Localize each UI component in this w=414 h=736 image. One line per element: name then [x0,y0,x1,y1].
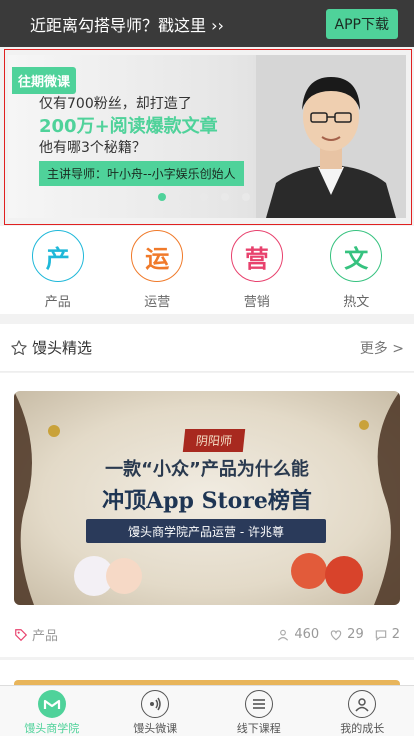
section-title: 馒头精选 [32,339,93,357]
cover-line-2: 冲顶App Store榜首 [102,488,312,514]
article-icon[interactable]: 文 [330,230,383,282]
promo-text[interactable]: 近距离勾搭导师？戳这里 ›› [30,12,326,36]
cover-tag: 阴阳师 [182,429,246,452]
course-meta: 产品 460 29 2 [14,625,400,644]
views-count: 460 [294,627,320,642]
banner-line-3: 他有哪3个秘籍？ [39,140,146,156]
tab-label[interactable]: 我的成长 [340,720,384,736]
category-label[interactable]: 热文 [343,291,369,310]
audio-icon [141,690,170,718]
category-hot-articles[interactable]: 文 热文 [316,230,396,314]
category-label[interactable]: 产品 [45,291,71,310]
likes-count: 29 [347,627,364,642]
comments-count: 2 [391,627,400,642]
profile-icon [348,690,377,718]
category-operation[interactable]: 运 运营 [117,230,197,314]
category-label[interactable]: 运营 [144,291,170,310]
likes-stat[interactable]: 29 [329,627,364,642]
more-link[interactable]: 更多 > [360,338,404,358]
views-stat: 460 [276,627,319,642]
course-card[interactable]: 阴阳师 一款“小众”产品为什么能 冲顶App Store榜首 馒头商学院产品运营… [0,373,414,657]
bottom-tab-bar: 馒头商学院 馒头微课 线下课程 我的成长 [0,685,414,736]
banner-mentor: 主讲导师：叶小舟--小字娱乐创始人 [39,161,244,186]
category-marketing[interactable]: 营 营销 [217,230,297,314]
carousel-dots[interactable] [158,193,250,201]
tab-label[interactable]: 馒头商学院 [24,720,79,736]
cover-subtitle: 馒头商学院产品运营 - 许兆尊 [86,519,326,543]
operation-icon[interactable]: 运 [131,230,184,282]
promo-bar[interactable]: 近距离勾搭导师？戳这里 ›› APP下载 [0,0,414,47]
tab-home[interactable]: 馒头商学院 [0,686,104,736]
carousel-dot[interactable] [221,193,229,201]
app-download-button[interactable]: APP下载 [325,8,398,39]
tab-label[interactable]: 线下课程 [237,720,281,736]
banner-line-2: 200万+阅读爆款文章 [39,116,218,137]
tab-my-growth[interactable]: 我的成长 [311,686,414,736]
home-icon [37,690,66,718]
tab-label[interactable]: 馒头微课 [133,720,177,736]
product-icon[interactable]: 产 [31,230,84,282]
category-row: 产 产品 运 运营 营 营销 文 热文 [0,226,414,314]
banner-line-1: 仅有700粉丝，却打造了 [39,96,192,112]
carousel-dot[interactable] [200,193,208,201]
comments-stat[interactable]: 2 [374,627,400,642]
category-product[interactable]: 产 产品 [18,230,98,314]
course-category[interactable]: 产品 [14,625,266,644]
tab-offline-course[interactable]: 线下课程 [207,686,311,736]
like-icon [330,629,342,640]
tag-icon [15,628,28,641]
menu-icon [244,690,273,718]
mentor-portrait [256,55,406,218]
course-category-label[interactable]: 产品 [32,625,58,644]
star-icon [11,339,27,355]
section-header: 馒头精选 更多 > [0,324,414,372]
user-icon [278,629,289,641]
tab-micro-course[interactable]: 馒头微课 [104,686,208,736]
banner-carousel[interactable]: 往期微课 仅有700粉丝，却打造了 200万+阅读爆款文章 他有哪3个秘籍？ 主… [8,55,406,218]
app-page: 近距离勾搭导师？戳这里 ›› APP下载 往期微课 仅有700粉丝，却打造了 2… [0,0,414,736]
carousel-dot[interactable] [158,193,166,201]
marketing-icon[interactable]: 营 [230,230,283,282]
comment-icon [375,629,386,641]
carousel-dot[interactable] [242,193,250,201]
cover-line-1: 一款“小众”产品为什么能 [105,459,309,480]
category-label[interactable]: 营销 [244,291,270,310]
carousel-dot[interactable] [179,193,187,201]
banner-tag: 往期微课 [12,67,77,94]
course-cover-image[interactable]: 阴阳师 一款“小众”产品为什么能 冲顶App Store榜首 馒头商学院产品运营… [14,391,400,605]
